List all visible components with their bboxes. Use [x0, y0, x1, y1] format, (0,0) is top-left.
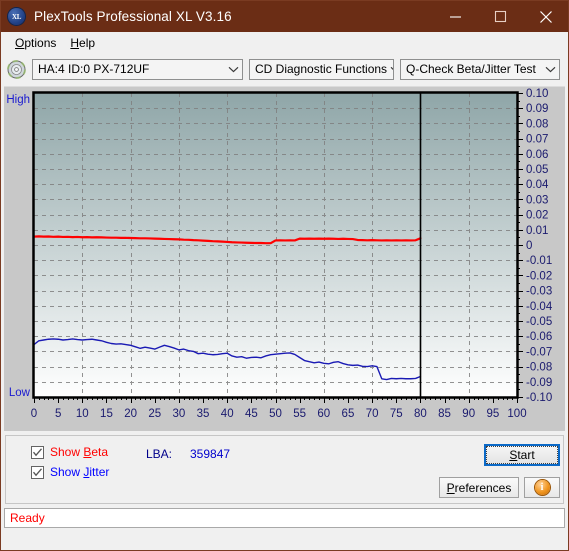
svg-text:85: 85: [438, 408, 451, 420]
preferences-button[interactable]: Preferences: [439, 477, 519, 498]
function-select[interactable]: CD Diagnostic Functions: [249, 58, 394, 80]
svg-text:Low: Low: [9, 387, 31, 399]
svg-text:45: 45: [245, 408, 258, 420]
selector-toolbar: HA:4 ID:0 PX-712UF CD Diagnostic Functio…: [1, 54, 568, 84]
svg-text:0.05: 0.05: [526, 164, 548, 176]
chevron-down-icon: [542, 60, 559, 79]
svg-text:65: 65: [342, 408, 355, 420]
svg-text:-0.09: -0.09: [526, 377, 552, 389]
window-buttons: [433, 1, 568, 32]
svg-text:70: 70: [366, 408, 379, 420]
svg-text:25: 25: [148, 408, 161, 420]
xl-app-icon: XL: [8, 8, 25, 25]
svg-text:-0.07: -0.07: [526, 346, 552, 358]
menu-item-options[interactable]: Options: [8, 34, 63, 52]
svg-text:80: 80: [414, 408, 427, 420]
preferences-button-label: Preferences: [446, 480, 512, 495]
svg-text:High: High: [6, 94, 30, 106]
svg-text:50: 50: [269, 408, 282, 420]
info-icon: i: [534, 480, 550, 495]
svg-text:-0.10: -0.10: [526, 392, 552, 404]
chart-panel: 0 5 10 15 20 25 30 35 40 45 50 55 60 65 70 75 80 85 90 95 10…: [4, 86, 565, 431]
status-bar: Ready: [4, 508, 565, 528]
chevron-down-icon: [387, 60, 393, 79]
close-icon[interactable]: [523, 1, 568, 32]
svg-text:0: 0: [526, 240, 532, 252]
show-jitter-label: Show Jitter: [50, 465, 110, 479]
svg-text:10: 10: [76, 408, 89, 420]
maximize-icon[interactable]: [478, 1, 523, 32]
svg-text:0.07: 0.07: [526, 134, 548, 146]
drive-select-value: HA:4 ID:0 PX-712UF: [38, 62, 150, 76]
cd-disc-icon: [7, 59, 26, 79]
start-button[interactable]: Start: [484, 444, 560, 466]
beta-jitter-plot: 0 5 10 15 20 25 30 35 40 45 50 55 60 65 70 75 80 85 90 95 10…: [4, 87, 567, 432]
svg-text:0.08: 0.08: [526, 118, 548, 130]
svg-text:0.03: 0.03: [526, 194, 548, 206]
show-beta-label: Show Beta: [50, 445, 109, 459]
svg-text:-0.06: -0.06: [526, 331, 552, 343]
drive-select[interactable]: HA:4 ID:0 PX-712UF: [32, 58, 243, 80]
svg-text:40: 40: [221, 408, 234, 420]
show-beta-checkbox[interactable]: [31, 445, 44, 459]
lba-value: 359847: [190, 447, 231, 461]
chevron-down-icon: [225, 60, 242, 79]
controls-panel: Show Beta Show Jitter LBA: 359847 Start …: [5, 435, 564, 504]
svg-text:35: 35: [197, 408, 210, 420]
svg-text:60: 60: [317, 408, 330, 420]
svg-text:-0.05: -0.05: [526, 316, 552, 328]
svg-text:0.06: 0.06: [526, 149, 548, 161]
show-jitter-checkbox[interactable]: [31, 465, 44, 479]
svg-text:15: 15: [100, 408, 113, 420]
svg-text:-0.02: -0.02: [526, 270, 552, 282]
menu-item-help[interactable]: Help: [63, 34, 102, 52]
svg-text:20: 20: [124, 408, 137, 420]
svg-text:-0.01: -0.01: [526, 255, 552, 267]
minimize-icon[interactable]: [433, 1, 478, 32]
info-button[interactable]: i: [524, 477, 560, 498]
svg-text:0.02: 0.02: [526, 210, 548, 222]
svg-text:55: 55: [293, 408, 306, 420]
title-bar: XL PlexTools Professional XL V3.16: [1, 1, 568, 32]
svg-text:-0.03: -0.03: [526, 286, 552, 298]
svg-text:30: 30: [173, 408, 186, 420]
svg-text:0.04: 0.04: [526, 179, 549, 191]
svg-text:0.10: 0.10: [526, 88, 548, 100]
status-text: Ready: [10, 511, 45, 525]
application-window: XL PlexTools Professional XL V3.16 Optio…: [0, 0, 569, 551]
menu-bar: Options Help: [1, 32, 568, 54]
svg-text:95: 95: [486, 408, 499, 420]
svg-text:75: 75: [390, 408, 403, 420]
show-jitter-checkbox-row[interactable]: Show Jitter: [31, 465, 109, 479]
lba-label: LBA:: [146, 447, 173, 461]
show-beta-checkbox-row[interactable]: Show Beta: [31, 445, 108, 459]
svg-text:90: 90: [462, 408, 475, 420]
svg-text:5: 5: [55, 408, 61, 420]
start-button-label: Start: [486, 446, 558, 464]
function-select-value: CD Diagnostic Functions: [255, 62, 388, 76]
svg-text:0.01: 0.01: [526, 225, 548, 237]
svg-text:-0.04: -0.04: [526, 301, 553, 313]
test-select[interactable]: Q-Check Beta/Jitter Test: [400, 58, 560, 80]
svg-text:0.09: 0.09: [526, 103, 548, 115]
window-title: PlexTools Professional XL V3.16: [34, 9, 232, 24]
svg-text:100: 100: [507, 408, 526, 420]
svg-text:-0.08: -0.08: [526, 362, 552, 374]
svg-text:0: 0: [31, 408, 37, 420]
test-select-value: Q-Check Beta/Jitter Test: [406, 62, 536, 76]
